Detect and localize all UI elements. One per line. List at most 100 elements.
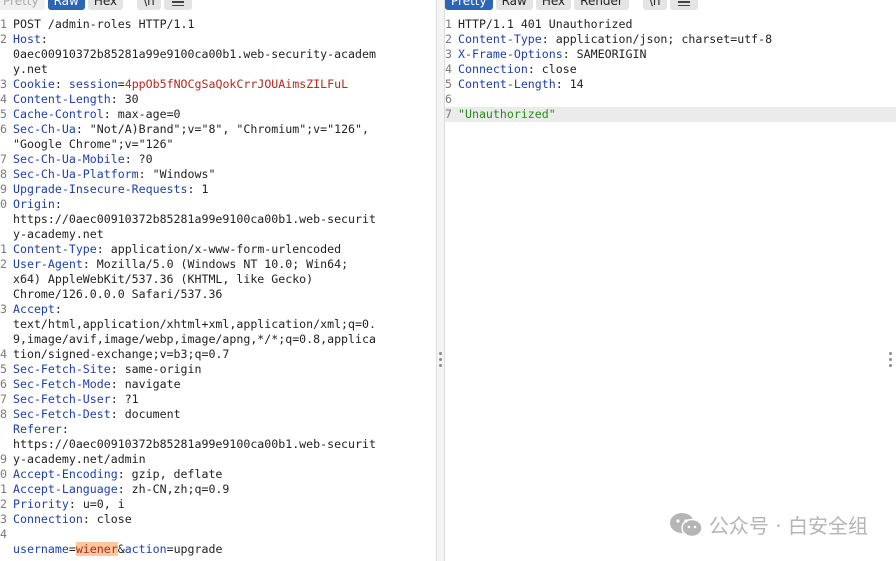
colon: : [40,32,55,46]
request-line: 2 User-Agent: Mozilla/5.0 (Windows NT 10.… [0,257,436,272]
line-number [0,437,13,452]
header-value: document [124,407,181,421]
header-name: Cookie [13,77,55,91]
header-value-continued: https://0aec00910372b85281a99e9100ca00b1… [13,212,376,226]
request-line: https://0aec00910372b85281a99e9100ca00b1… [0,437,436,452]
response-hex-tab[interactable]: Hex [535,0,572,10]
response-menu-icon[interactable] [669,0,698,10]
line-content: Host: [13,32,55,47]
header-name: Accept-Encoding [13,467,118,481]
line-number [0,227,13,242]
line-content: username=wiener&action=upgrade [13,542,222,557]
line-number: 2 [0,257,7,271]
request-line: 3 Accept: [0,302,436,317]
cookie-name: session [68,77,118,91]
line-number: 3 [445,47,452,61]
request-line: username=wiener&action=upgrade [0,542,436,557]
line-number: 5 [445,77,452,91]
response-editor[interactable]: 1 HTTP/1.1 401 Unauthorized 2 Content-Type:… [445,17,896,122]
colon: : [54,197,69,211]
colon: : [82,512,97,526]
request-line: 3 Connection: close [0,512,436,527]
line-content: "Unauthorized" [458,107,556,122]
line-content: Content-Length: 14 [458,77,584,92]
header-value: gzip, deflate [131,467,223,481]
line-number: 0 [0,197,7,211]
request-line: 9 y-academy.net/admin [0,452,436,467]
line-content: Content-Type: application/json; charset=… [458,32,772,47]
request-line: 2 Host: [0,32,436,47]
line-content: y-academy.net/admin [13,452,146,467]
request-raw-tab[interactable]: Raw [47,0,85,10]
line-number: 1 [0,17,7,31]
equals: = [117,77,125,91]
colon: : [187,182,202,196]
request-editor[interactable]: 1 POST /admin-roles HTTP/1.1 2 Host: 0aec00… [0,17,436,557]
drag-handle-icon[interactable] [889,352,892,367]
response-pretty-tab[interactable]: Pretty [445,0,493,10]
header-value: "Windows" [152,167,216,181]
header-name: Accept [13,302,55,316]
colon: : [61,422,76,436]
line-content: https://0aec00910372b85281a99e9100ca00b1… [13,212,376,227]
response-raw-tab[interactable]: Raw [495,0,533,10]
line-content: HTTP/1.1 401 Unauthorized [458,17,633,32]
request-menu-icon[interactable] [163,0,192,10]
param-value: wiener [75,542,118,556]
request-line: 8 Sec-Ch-Ua-Platform: "Windows" [0,167,436,182]
request-newline-toggle[interactable]: \n [137,0,161,10]
colon: : [138,167,153,181]
request-hex-tab[interactable]: Hex [87,0,124,10]
line-number [0,287,13,302]
request-pretty-tab[interactable]: Pretty [0,0,45,10]
response-render-tab[interactable]: Render [574,0,629,10]
request-line: 2 Priority: u=0, i [0,497,436,512]
header-value-continued: "Google Chrome";v="126" [13,137,174,151]
pane-divider[interactable] [436,0,445,561]
request-line: 7 Sec-Ch-Ua-Mobile: ?0 [0,152,436,167]
line-number: 2 [445,32,452,46]
line-number: 7 [0,392,7,406]
line-content: Sec-Fetch-Site: same-origin [13,362,201,377]
drag-handle-icon[interactable] [439,352,442,367]
colon: : [54,77,69,91]
line-number: 2 [0,32,7,46]
request-line: 5 Sec-Fetch-Site: same-origin [0,362,436,377]
header-name: Sec-Ch-Ua-Mobile [13,152,125,166]
header-value: close [541,62,577,76]
header-name: Cache-Control [13,107,104,121]
line-content: Sec-Fetch-Dest: document [13,407,181,422]
header-value: 30 [124,92,139,106]
colon: : [54,302,69,316]
line-content: Content-Type: application/x-www-form-url… [13,242,341,257]
header-value-continued: x64) AppleWebKit/537.36 (KHTML, like Gec… [13,272,314,286]
line-content: "Google Chrome";v="126" [13,137,174,152]
line-content: Origin: [13,197,69,212]
header-name: Content-Type [13,242,97,256]
colon: : [110,362,125,376]
line-number: 3 [0,302,7,316]
line-number [0,272,13,287]
header-name: Accept-Language [13,482,118,496]
request-line: 7 Sec-Fetch-User: ?1 [0,392,436,407]
colon: : [110,392,125,406]
header-value: u=0, i [82,497,125,511]
line-content: https://0aec00910372b85281a99e9100ca00b1… [13,437,376,452]
request-line: https://0aec00910372b85281a99e9100ca00b1… [0,212,436,227]
line-content: Cache-Control: max-age=0 [13,107,181,122]
response-newline-toggle[interactable]: \n [642,0,667,10]
header-value: close [96,512,132,526]
header-value: ?0 [138,152,153,166]
request-line: 4 [0,527,436,542]
header-name: Sec-Ch-Ua [13,122,76,136]
colon: : [117,482,132,496]
colon: : [82,257,97,271]
header-value: zh-CN,zh;q=0.9 [131,482,230,496]
line-number: 1 [0,482,7,496]
line-number: 3 [0,77,7,91]
request-line: 0aec00910372b85281a99e9100ca00b1.web-sec… [0,47,436,62]
line-number: 6 [0,377,7,391]
line-content: Connection: close [458,62,577,77]
request-line: 0 Origin: [0,197,436,212]
line-content: tion/signed-exchange;v=b3;q=0.7 [13,347,229,362]
